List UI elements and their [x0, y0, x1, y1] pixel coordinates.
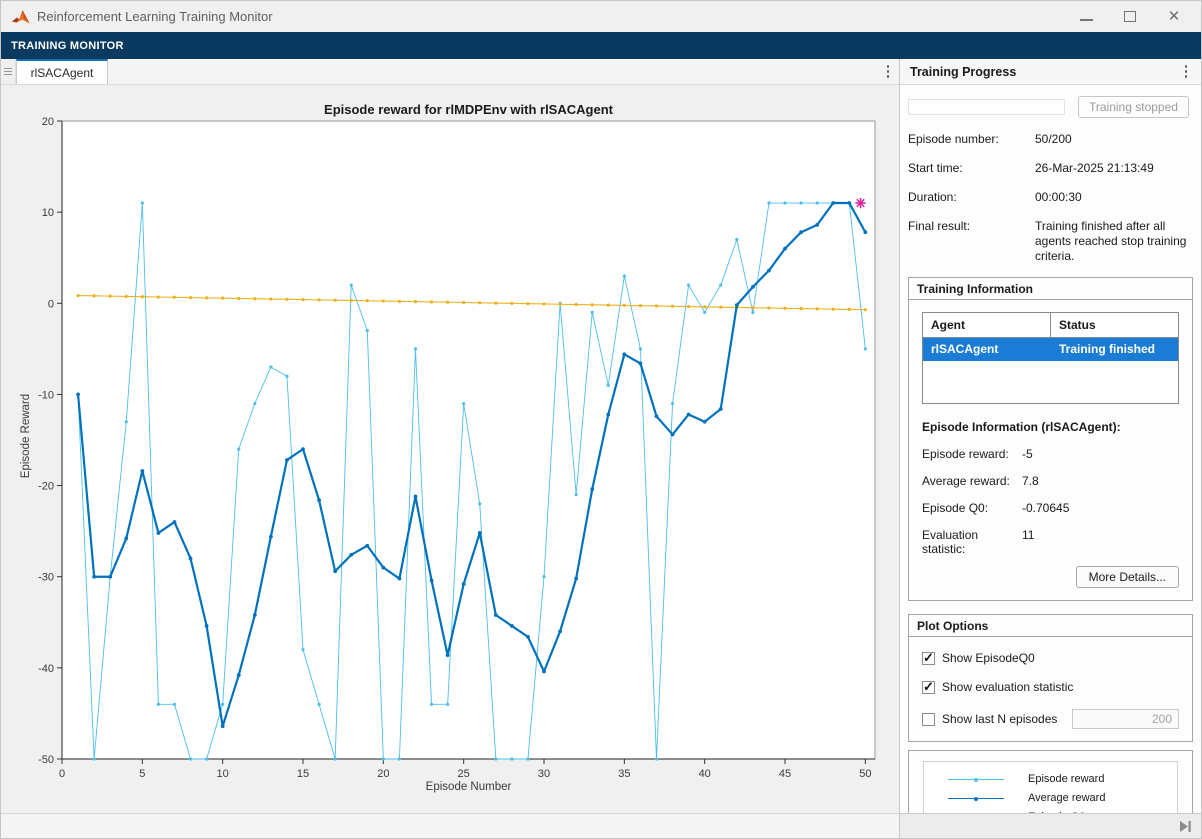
- training-information-section: Training Information Agent Status rlSACA…: [908, 277, 1193, 601]
- episode-q0-value: -0.70645: [1022, 501, 1069, 515]
- legend-item-average-reward: Average reward: [924, 789, 1177, 808]
- svg-text:10: 10: [42, 207, 54, 219]
- training-information-title: Training Information: [909, 278, 1192, 300]
- minimize-button[interactable]: [1079, 10, 1093, 24]
- training-progress-panel: Training Progress Training stopped Episo…: [899, 59, 1201, 838]
- document-area: rlSACAgent Episode reward for rlMDPEnv w…: [1, 59, 899, 838]
- app-window: Reinforcement Learning Training Monitor …: [0, 0, 1202, 839]
- chart-ylabel: Episode Reward: [20, 381, 32, 491]
- panel-status-bar: [900, 813, 1201, 838]
- chart-title: Episode reward for rlMDPEnv with rlSACAg…: [62, 102, 875, 117]
- maximize-button[interactable]: [1123, 10, 1137, 24]
- close-icon: ✕: [1168, 10, 1181, 24]
- panel-menu-kebab-icon[interactable]: [1175, 65, 1197, 78]
- show-evaluation-statistic-label: Show evaluation statistic: [942, 680, 1073, 694]
- legend-label: Average reward: [1028, 792, 1105, 805]
- svg-text:40: 40: [699, 768, 711, 780]
- document-menu-kebab-icon[interactable]: [877, 59, 899, 84]
- svg-text:45: 45: [779, 768, 791, 780]
- document-status-bar: [1, 813, 899, 838]
- episode-number-label: Episode number:: [908, 132, 1035, 147]
- average-reward-line-swatch: [948, 798, 1004, 800]
- svg-text:-40: -40: [38, 663, 54, 675]
- tab-training-monitor[interactable]: TRAINING MONITOR: [11, 40, 124, 52]
- episode-reward-label: Episode reward:: [922, 447, 1022, 461]
- legend-box: Episode reward Average reward Episode Q0: [908, 750, 1193, 813]
- table-row[interactable]: rlSACAgent Training finished: [923, 337, 1178, 361]
- svg-text:15: 15: [297, 768, 309, 780]
- svg-text:20: 20: [42, 116, 54, 128]
- svg-text:10: 10: [217, 768, 229, 780]
- agent-status-table[interactable]: Agent Status rlSACAgent Training finishe…: [922, 312, 1179, 404]
- episode-reward-line-swatch: [948, 779, 1004, 781]
- evaluation-statistic-label: Evaluation statistic:: [922, 528, 1022, 556]
- svg-text:5: 5: [139, 768, 145, 780]
- svg-text:20: 20: [377, 768, 389, 780]
- tab-rlsacagent[interactable]: rlSACAgent: [16, 59, 108, 84]
- legend-item-episode-reward: Episode reward: [924, 770, 1177, 789]
- plot-options-title: Plot Options: [909, 615, 1192, 637]
- show-last-n-episodes-checkbox[interactable]: [922, 713, 935, 726]
- final-result-value: Training finished after all agents reach…: [1035, 219, 1193, 264]
- svg-text:0: 0: [48, 298, 54, 310]
- table-header-row: Agent Status: [923, 313, 1178, 337]
- svg-text:-30: -30: [38, 572, 54, 584]
- plot-options-section: Plot Options Show EpisodeQ0 Show evaluat…: [908, 614, 1193, 742]
- figure-canvas: Episode reward for rlMDPEnv with rlSACAg…: [1, 85, 899, 813]
- svg-text:35: 35: [618, 768, 630, 780]
- start-time-label: Start time:: [908, 161, 1035, 176]
- training-progress-bar: [908, 99, 1065, 115]
- close-button[interactable]: ✕: [1167, 10, 1181, 24]
- average-reward-value: 7.8: [1022, 474, 1039, 488]
- svg-text:-20: -20: [38, 481, 54, 493]
- maximize-icon: [1124, 11, 1136, 22]
- final-result-label: Final result:: [908, 219, 1035, 264]
- episode-q0-label: Episode Q0:: [922, 501, 1022, 515]
- matlab-logo-icon: [11, 8, 31, 26]
- episode-information-title: Episode Information (rlSACAgent):: [922, 420, 1179, 434]
- average-reward-label: Average reward:: [922, 474, 1022, 488]
- episode-number-value: 50/200: [1035, 132, 1193, 147]
- duration-label: Duration:: [908, 190, 1035, 205]
- chart-xlabel: Episode Number: [62, 781, 875, 793]
- status-cell: Training finished: [1051, 337, 1179, 361]
- window-title: Reinforcement Learning Training Monitor: [37, 9, 273, 24]
- panel-title: Training Progress: [910, 65, 1016, 79]
- panel-header: Training Progress: [900, 59, 1201, 85]
- panel-handle-icon[interactable]: [1, 59, 16, 84]
- evaluation-statistic-value: 11: [1022, 528, 1034, 556]
- duration-value: 00:00:30: [1035, 190, 1193, 205]
- column-header-agent[interactable]: Agent: [923, 313, 1051, 337]
- minimize-icon: [1080, 13, 1093, 21]
- show-episodeq0-checkbox[interactable]: [922, 652, 935, 665]
- svg-text:25: 25: [458, 768, 470, 780]
- document-tab-strip: rlSACAgent: [1, 59, 899, 85]
- more-details-button[interactable]: More Details...: [1076, 566, 1179, 588]
- agent-cell: rlSACAgent: [923, 337, 1051, 361]
- reward-chart[interactable]: 0 5 10 15 20 25 30 35 40 45 50 20 10 0 -10 -20 -30 -40 -50: [1, 85, 899, 785]
- title-bar: Reinforcement Learning Training Monitor …: [1, 1, 1201, 32]
- n-episodes-input[interactable]: [1072, 709, 1179, 729]
- show-last-n-episodes-label: Show last N episodes: [942, 712, 1057, 726]
- tab-label: rlSACAgent: [31, 66, 94, 80]
- svg-text:30: 30: [538, 768, 550, 780]
- show-episodeq0-label: Show EpisodeQ0: [942, 651, 1035, 665]
- svg-text:0: 0: [59, 768, 65, 780]
- svg-text:-50: -50: [38, 754, 54, 766]
- episode-reward-value: -5: [1022, 447, 1033, 461]
- column-header-status[interactable]: Status: [1051, 313, 1179, 337]
- svg-text:50: 50: [859, 768, 871, 780]
- svg-text:-10: -10: [38, 389, 54, 401]
- legend-label: Episode reward: [1028, 773, 1104, 786]
- training-stopped-button[interactable]: Training stopped: [1078, 96, 1189, 118]
- show-evaluation-statistic-checkbox[interactable]: [922, 681, 935, 694]
- ribbon-bar: TRAINING MONITOR: [1, 32, 1201, 59]
- skip-to-end-icon[interactable]: [1178, 820, 1193, 833]
- start-time-value: 26-Mar-2025 21:13:49: [1035, 161, 1193, 176]
